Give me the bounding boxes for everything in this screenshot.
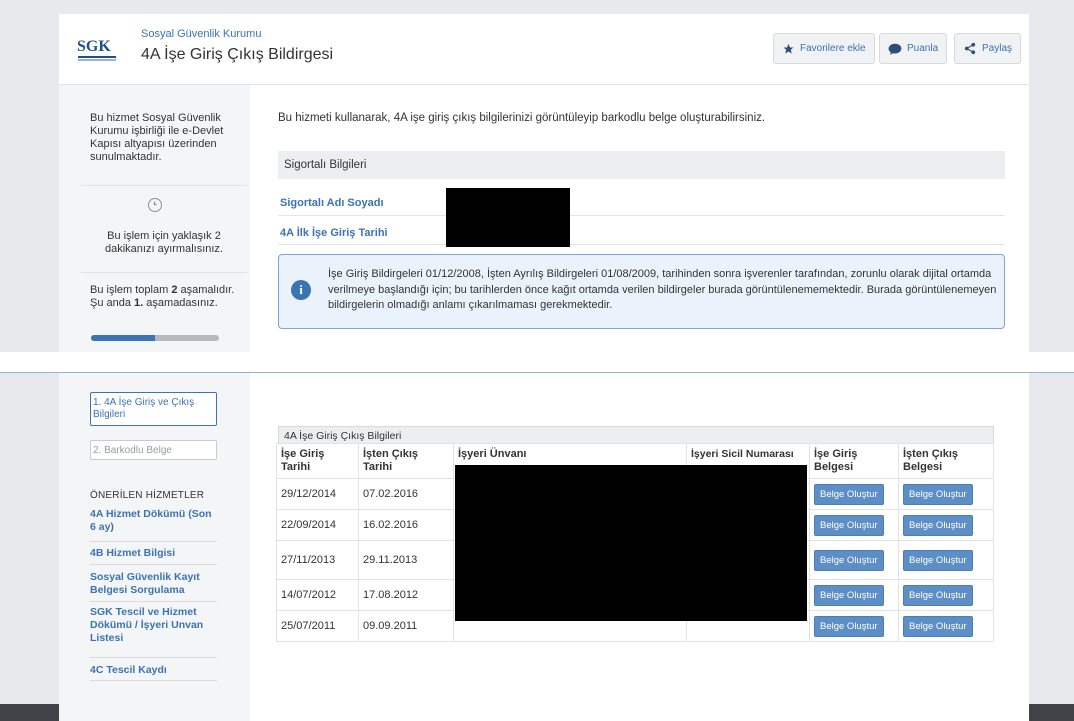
giris-belge-cell: Belge Oluştur <box>809 579 899 611</box>
giris-date-cell: 25/07/2011 <box>276 610 359 642</box>
service-note: Bu hizmet Sosyal Güvenlik Kurumu işbirli… <box>90 112 224 163</box>
recommended-divider <box>90 657 217 658</box>
create-exit-document-button[interactable]: Belge Oluştur <box>903 615 973 637</box>
organization-name: Sosyal Güvenlik Kurumu <box>141 28 262 40</box>
recommended-link[interactable]: 4C Tescil Kaydı <box>90 664 218 677</box>
page-header: SGK Sosyal Güvenlik Kurumu 4A İşe Giriş … <box>59 14 1029 85</box>
section-title: Sigortalı Bilgileri <box>278 151 1005 179</box>
favorite-button[interactable]: Favorilere ekle <box>773 33 875 64</box>
cikis-belge-cell: Belge Oluştur <box>898 579 994 611</box>
field-divider <box>278 244 1005 245</box>
create-entry-document-button[interactable]: Belge Oluştur <box>814 514 884 536</box>
create-exit-document-button[interactable]: Belge Oluştur <box>903 483 973 505</box>
step-1[interactable]: 1. 4A İşe Giriş ve Çıkış Bilgileri <box>90 392 217 426</box>
share-button[interactable]: Paylaş <box>954 33 1022 64</box>
step-2[interactable]: 2. Barkodlu Belge <box>90 440 217 460</box>
rate-label: Puanla <box>907 43 939 54</box>
recommended-link[interactable]: Sosyal Güvenlik Kayıt Belgesi Sorgulama <box>90 571 218 597</box>
intro-text: Bu hizmeti kullanarak, 4A işe giriş çıkı… <box>278 112 766 124</box>
sidebar-nav: 1. 4A İşe Giriş ve Çıkış Bilgileri 2. Ba… <box>59 373 250 721</box>
duration-note: Bu işlem için yaklaşık 2 dakikanızı ayır… <box>105 230 223 255</box>
sgk-logo: SGK <box>77 38 111 55</box>
giris-date-cell: 29/12/2014 <box>276 478 359 510</box>
giris-belge-cell: Belge Oluştur <box>809 478 899 510</box>
logo-underline <box>78 56 116 58</box>
cikis-belge-cell: Belge Oluştur <box>898 540 994 580</box>
column-header: İşten Çıkış Belgesi <box>898 443 994 479</box>
info-notice: i İşe Giriş Bildirgeleri 01/12/2008, İşt… <box>278 254 1005 329</box>
recommended-divider <box>90 680 217 681</box>
recommended-divider <box>90 541 217 542</box>
create-entry-document-button[interactable]: Belge Oluştur <box>814 584 884 606</box>
cikis-date-cell: 29.11.2013 <box>358 540 454 580</box>
recommended-link[interactable]: 4A Hizmet Dökümü (Son 6 ay) <box>90 508 218 534</box>
progress-fill <box>91 335 155 341</box>
column-header: İşe Giriş Belgesi <box>809 443 899 479</box>
create-exit-document-button[interactable]: Belge Oluştur <box>903 549 973 571</box>
field-name-label: Sigortalı Adı Soyadı <box>280 197 384 209</box>
create-entry-document-button[interactable]: Belge Oluştur <box>814 549 884 571</box>
cikis-date-cell: 17.08.2012 <box>358 579 454 611</box>
sidebar-info: Bu hizmet Sosyal Güvenlik Kurumu işbirli… <box>59 85 250 352</box>
info-text: İşe Giriş Bildirgeleri 01/12/2008, İşten… <box>328 268 997 311</box>
recommended-link[interactable]: SGK Tescil ve Hizmet Dökümü / İşyeri Unv… <box>90 606 218 645</box>
progress-bar <box>91 335 219 341</box>
sidebar-divider <box>81 272 247 273</box>
create-entry-document-button[interactable]: Belge Oluştur <box>814 483 884 505</box>
page-gap <box>0 352 1074 373</box>
column-header: İşten Çıkış Tarihi <box>358 443 454 479</box>
field-start-date-label: 4A İlk İşe Giriş Tarihi <box>280 227 388 239</box>
table-title: 4A İşe Giriş Çıkış Bilgileri <box>278 426 994 444</box>
rate-button[interactable]: Puanla <box>879 33 948 64</box>
top-card: SGK Sosyal Güvenlik Kurumu 4A İşe Giriş … <box>59 14 1029 352</box>
cikis-belge-cell: Belge Oluştur <box>898 610 994 642</box>
logo-subline <box>78 59 116 61</box>
speech-bubble-icon <box>888 43 902 55</box>
cikis-date-cell: 16.02.2016 <box>358 509 454 541</box>
redacted-employer <box>455 465 807 621</box>
column-header: İşe Giriş Tarihi <box>276 443 359 479</box>
cikis-date-cell: 09.09.2011 <box>358 610 454 642</box>
star-icon <box>783 43 794 53</box>
cikis-belge-cell: Belge Oluştur <box>898 509 994 541</box>
recommended-divider <box>90 564 217 565</box>
giris-belge-cell: Belge Oluştur <box>809 540 899 580</box>
recommended-title: ÖNERİLEN HİZMETLER <box>90 490 205 501</box>
favorite-label: Favorilere ekle <box>800 43 866 54</box>
create-entry-document-button[interactable]: Belge Oluştur <box>814 615 884 637</box>
cikis-date-cell: 07.02.2016 <box>358 478 454 510</box>
giris-date-cell: 14/07/2012 <box>276 579 359 611</box>
sidebar-divider <box>81 185 247 186</box>
giris-belge-cell: Belge Oluştur <box>809 610 899 642</box>
redacted-value <box>446 188 570 247</box>
info-icon: i <box>291 280 311 300</box>
bottom-card: 1. 4A İşe Giriş ve Çıkış Bilgileri 2. Ba… <box>59 373 1029 721</box>
cikis-belge-cell: Belge Oluştur <box>898 478 994 510</box>
giris-date-cell: 22/09/2014 <box>276 509 359 541</box>
recommended-divider <box>90 601 217 602</box>
field-divider <box>278 215 1005 216</box>
stage-note: Bu işlem toplam 2 aşamalıdır. Şu anda 1.… <box>90 284 235 309</box>
recommended-link[interactable]: 4B Hizmet Bilgisi <box>90 547 218 560</box>
clock-icon <box>148 198 162 212</box>
giris-date-cell: 27/11/2013 <box>276 540 359 580</box>
share-label: Paylaş <box>982 43 1013 54</box>
create-exit-document-button[interactable]: Belge Oluştur <box>903 514 973 536</box>
create-exit-document-button[interactable]: Belge Oluştur <box>903 584 973 606</box>
share-icon <box>964 42 976 55</box>
page-title: 4A İşe Giriş Çıkış Bildirgesi <box>141 46 334 63</box>
giris-belge-cell: Belge Oluştur <box>809 509 899 541</box>
